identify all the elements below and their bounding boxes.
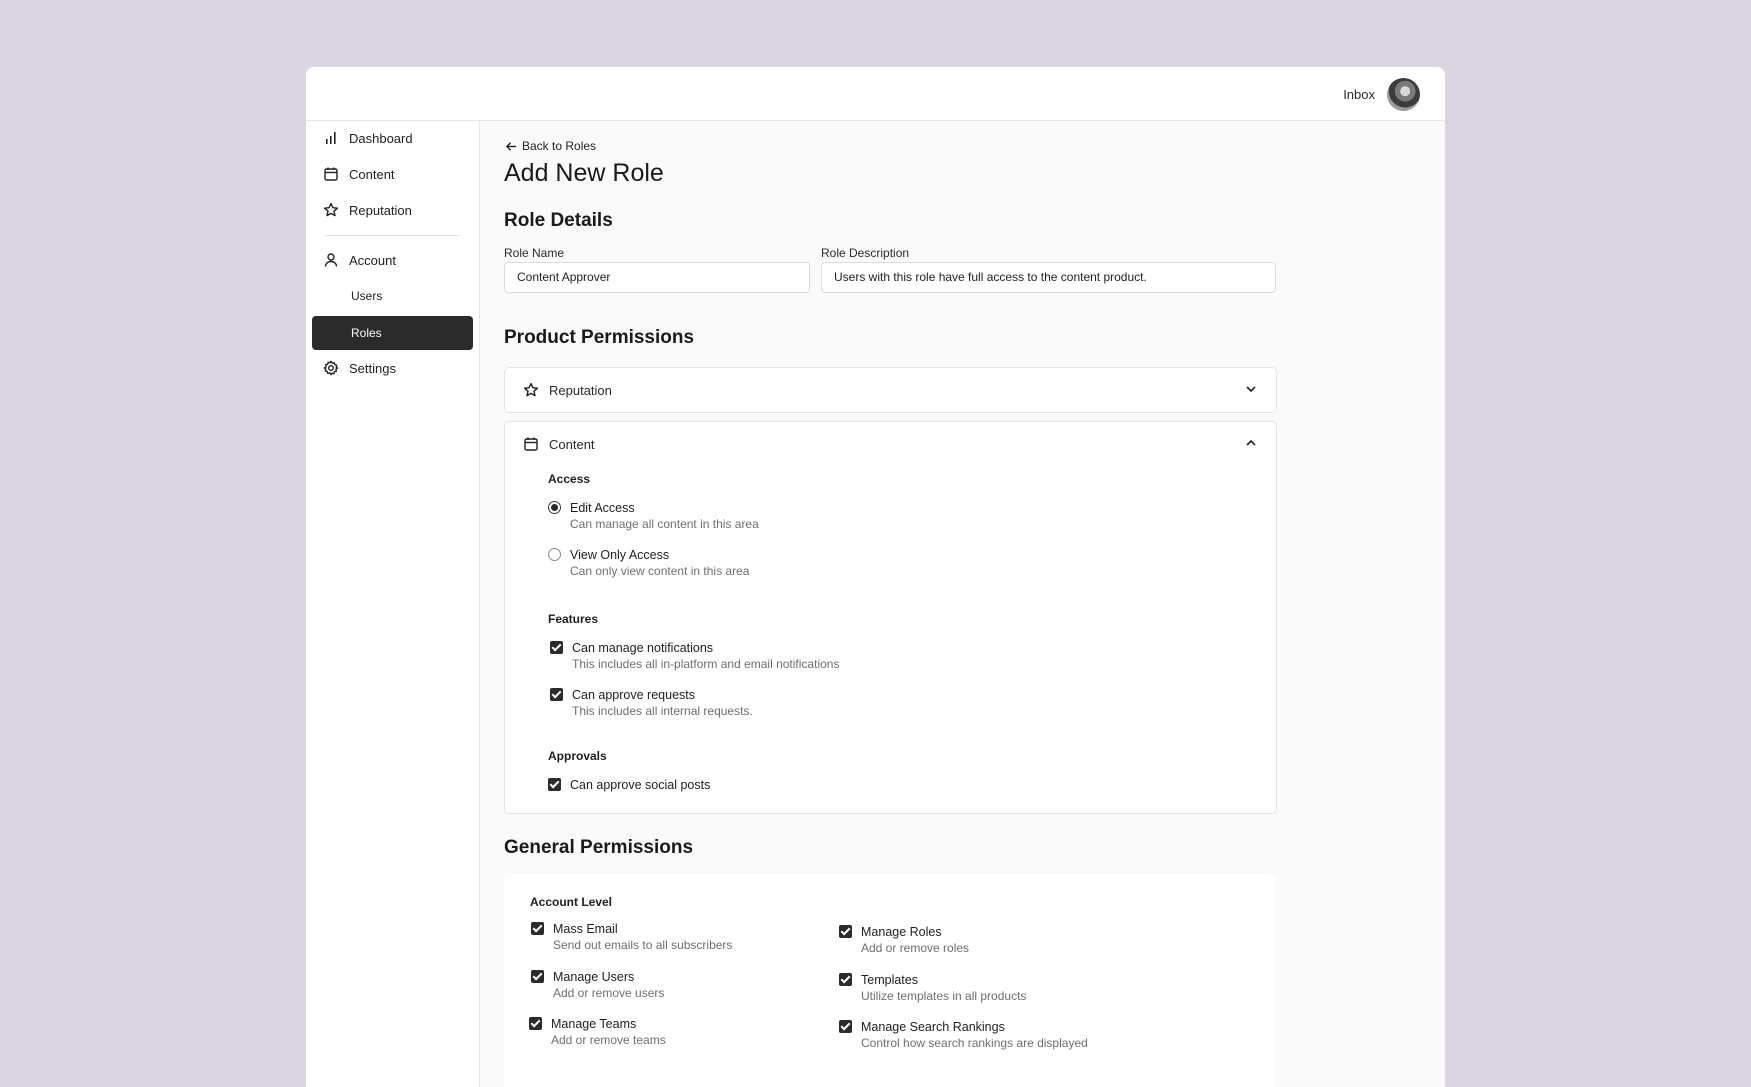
manage-teams-checkbox[interactable] [529,1017,542,1030]
manage-search-rankings-option: Manage Search Rankings Control how searc… [839,1019,1088,1052]
features-group-title: Features [548,612,599,626]
role-description-input[interactable]: Users with this role have full access to… [821,262,1276,293]
reputation-panel-label: Reputation [549,382,612,398]
approve-requests-checkbox[interactable] [550,688,563,701]
role-details-heading: Role Details [504,210,613,231]
content-permission-panel: Content Access Edit Access Can manage al… [504,421,1277,814]
user-icon [323,252,339,268]
option-label: Can approve requests [572,688,695,702]
manage-teams-option: Manage Teams Add or remove teams [529,1016,666,1049]
option-description: Add or remove roles [861,941,970,955]
approve-requests-option: Can approve requests This includes all i… [550,687,753,720]
sidebar-item-settings[interactable]: Settings [312,351,473,385]
manage-notifications-option: Can manage notifications This includes a… [550,640,839,673]
sidebar-item-account[interactable]: Account [312,243,473,277]
option-description: Control how search rankings are displaye… [861,1036,1088,1050]
role-name-label: Role Name [504,246,565,260]
option-label: Edit Access [570,501,635,515]
option-label: Manage Roles [861,925,942,939]
user-avatar[interactable] [1387,78,1420,111]
approve-social-posts-option: Can approve social posts [548,777,710,793]
access-group-title: Access [548,472,591,486]
sidebar-item-label: Roles [351,326,382,340]
manage-users-checkbox[interactable] [531,970,544,983]
top-bar: Inbox [306,67,1445,121]
manage-notifications-checkbox[interactable] [550,641,563,654]
option-description: Can manage all content in this area [570,517,759,531]
sidebar-item-reputation[interactable]: Reputation [312,193,473,227]
account-level-title: Account Level [530,895,613,909]
view-only-access-option: View Only Access Can only view content i… [548,547,749,580]
edit-access-radio[interactable] [548,501,561,514]
chevron-down-icon[interactable] [1244,382,1258,396]
manage-roles-option: Manage Roles Add or remove roles [839,924,969,957]
templates-checkbox[interactable] [839,973,852,986]
option-description: Can only view content in this area [570,564,750,578]
option-label: Manage Search Rankings [861,1020,1005,1034]
option-description: This includes all in-platform and email … [572,657,840,671]
approvals-group-title: Approvals [548,749,607,763]
option-label: Manage Teams [551,1017,637,1031]
option-label: Manage Users [553,970,635,984]
option-label: Can manage notifications [572,641,714,655]
view-only-access-radio[interactable] [548,548,561,561]
edit-access-option: Edit Access Can manage all content in th… [548,500,759,533]
sidebar-item-label: Users [351,289,383,303]
back-to-roles-link[interactable]: Back to Roles [505,139,596,153]
sidebar: Dashboard Content Reputation Account Use… [306,121,480,1087]
inbox-link[interactable]: Inbox [1343,87,1375,102]
bar-chart-icon [323,130,339,146]
calendar-icon [323,166,339,182]
sidebar-item-users[interactable]: Users [312,279,473,313]
gear-icon [323,360,339,376]
reputation-permission-panel: Reputation [504,367,1277,413]
product-permissions-heading: Product Permissions [504,327,695,348]
main-content: Back to Roles Add New Role Role Details … [481,121,1445,1087]
sidebar-item-label: Dashboard [349,130,413,146]
option-description: Utilize templates in all products [861,989,1027,1003]
option-label: Can approve social posts [570,778,711,792]
back-label: Back to Roles [522,139,597,153]
sidebar-item-label: Reputation [349,202,412,218]
option-description: Add or remove users [553,986,665,1000]
mass-email-option: Mass Email Send out emails to all subscr… [531,921,732,954]
role-description-label: Role Description [821,246,910,260]
reputation-panel-header[interactable]: Reputation [505,368,1276,412]
sidebar-divider [325,235,460,236]
sidebar-item-label: Account [349,252,396,268]
general-permissions-panel: Account Level Mass Email Send out emails… [504,875,1275,1087]
approve-social-posts-checkbox[interactable] [548,778,561,791]
option-description: This includes all internal requests. [572,704,753,718]
option-label: View Only Access [570,548,670,562]
content-panel-label: Content [549,436,595,452]
page-title: Add New Role [504,159,664,187]
star-icon [523,382,539,398]
manage-roles-checkbox[interactable] [839,925,852,938]
option-label: Templates [861,973,918,987]
sidebar-item-label: Content [349,166,395,182]
calendar-icon [523,436,539,452]
manage-search-rankings-checkbox[interactable] [839,1020,852,1033]
arrow-left-icon [505,141,517,151]
templates-option: Templates Utilize templates in all produ… [839,972,1026,1005]
role-name-input[interactable]: Content Approver [504,262,810,293]
mass-email-checkbox[interactable] [531,922,544,935]
star-icon [323,202,339,218]
sidebar-item-content[interactable]: Content [312,157,473,191]
sidebar-item-label: Settings [349,360,396,376]
option-description: Send out emails to all subscribers [553,938,733,952]
chevron-up-icon[interactable] [1244,436,1258,450]
general-permissions-heading: General Permissions [504,837,694,858]
sidebar-item-dashboard[interactable]: Dashboard [312,121,473,155]
manage-users-option: Manage Users Add or remove users [531,969,664,1002]
option-description: Add or remove teams [551,1033,666,1047]
sidebar-item-roles[interactable]: Roles [312,316,473,350]
option-label: Mass Email [553,922,618,936]
content-panel-header[interactable]: Content [505,422,1276,466]
app-window: Inbox Dashboard Content Reputation Accou… [306,67,1445,1087]
